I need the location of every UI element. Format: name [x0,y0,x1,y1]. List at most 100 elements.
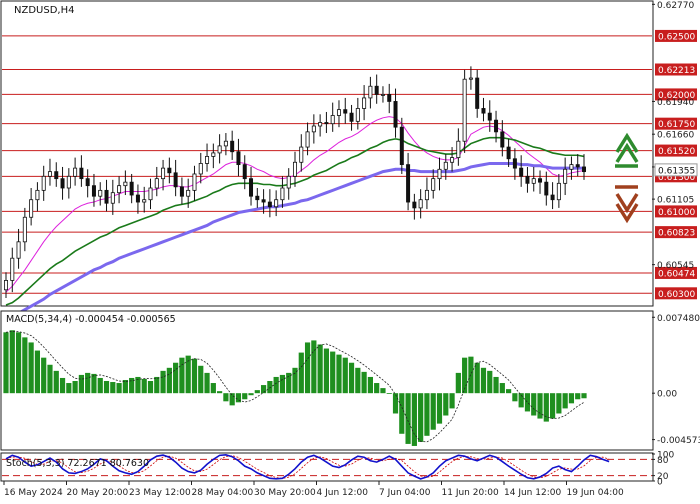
candle-body [79,167,84,180]
macd-bar [549,393,556,419]
time-tick-label: 23 May 12:00 [129,488,191,498]
price-chart-title: NZDUSD,H4 [14,5,74,16]
macd-bar [85,372,91,394]
macd-bar [449,393,455,409]
candle-body [161,167,166,180]
candle-body [142,199,147,203]
candle-body [16,241,21,259]
macd-bar [430,393,436,430]
macd-bar [223,393,229,402]
macd-bar [298,352,304,394]
candle-body [380,94,385,96]
candle-body [167,167,172,174]
macd-bar [191,358,198,394]
candle-body [10,257,15,281]
macd-bar [122,379,128,394]
macd-bar [436,393,443,424]
candle-body [249,178,254,197]
candle-body [468,77,473,80]
macd-title: MACD(5,34,4) -0.000454 -0.000565 [6,314,176,325]
time-tick-label: 20 May 20:00 [67,488,129,498]
candle-body [556,182,561,201]
candle-body [355,108,360,122]
candle-body [311,125,316,133]
candle-body [47,171,52,177]
macd-bar [493,376,499,394]
macd-bar [160,370,166,394]
candle-body [387,94,392,102]
macd-bar [34,350,41,394]
macd-tick-label: 0.007480 [657,314,700,324]
level-label: 0.60300 [658,290,695,300]
candle-body [29,199,34,218]
macd-bar [317,344,323,394]
candle-body [286,175,291,189]
macd-bar [103,381,110,394]
macd-bar [279,374,286,394]
macd-bar [355,367,361,394]
level-label: 0.61520 [658,147,695,157]
macd-bar [380,388,386,394]
chart-canvas: 0.625000.622130.620000.617500.615200.613… [0,0,700,498]
macd-bar [217,391,223,394]
time-tick-label: 11 Jun 20:00 [442,488,499,498]
time-tick-label: 19 Jun 04:00 [567,488,624,498]
candle-body [336,109,341,116]
candle-body [462,78,467,142]
candle-body [123,181,128,187]
candle-body [192,173,197,191]
macd-bar [3,332,9,394]
candle-body [274,199,279,208]
macd-bar [210,383,216,394]
candle-body [368,85,373,99]
macd-bar [15,332,22,394]
candle-body [230,140,235,153]
macd-bar [47,364,53,394]
candle-body [305,131,310,148]
macd-bar [91,373,97,394]
candle-body [148,187,153,201]
macd-bar [474,362,480,394]
candle-body [582,166,587,173]
macd-bar [9,330,15,394]
candle-body [261,199,266,203]
time-tick-label: 14 Jun 12:00 [504,488,561,498]
candle-body [54,171,59,180]
candle-body [362,97,367,109]
macd-bar [267,381,273,394]
trading-chart: 0.62500 0.62213 0.62000 0.61750 0.61520 0.613… [0,0,700,500]
macd-bar [581,393,587,399]
candle-body [217,145,222,154]
macd-bar [229,393,235,406]
macd-bar [110,382,116,394]
candle-body [60,178,65,189]
candle-body [91,185,96,197]
candle-body [399,126,404,166]
candle-body [330,115,335,125]
candle-body [318,122,323,127]
candle-body [343,109,348,114]
stochastic-panel: 10080200 Stoch(5,3,3) 72.2671 80.7630 [0,451,674,488]
macd-bar [524,393,531,412]
candle-body [525,175,530,184]
candle-body [104,189,109,204]
candle-body [299,146,304,163]
current-price-label: 0.61355 [658,166,695,176]
macd-bar [141,378,147,394]
macd-bar [53,370,59,394]
candle-body [512,158,517,169]
macd-bar [22,337,28,394]
macd-bar [204,372,210,394]
price-tick-label: 0.61105 [657,196,694,206]
candle-body [538,178,543,183]
macd-bar [248,393,254,396]
candle-body [424,189,429,201]
candle-body [544,181,549,196]
candle-body [450,157,455,163]
candle-body [22,216,27,243]
candle-body [437,168,442,180]
candle-body [135,194,140,203]
macd-tick-label: 0.00 [657,390,677,400]
candle-body [349,112,354,122]
candle-body [418,199,423,209]
